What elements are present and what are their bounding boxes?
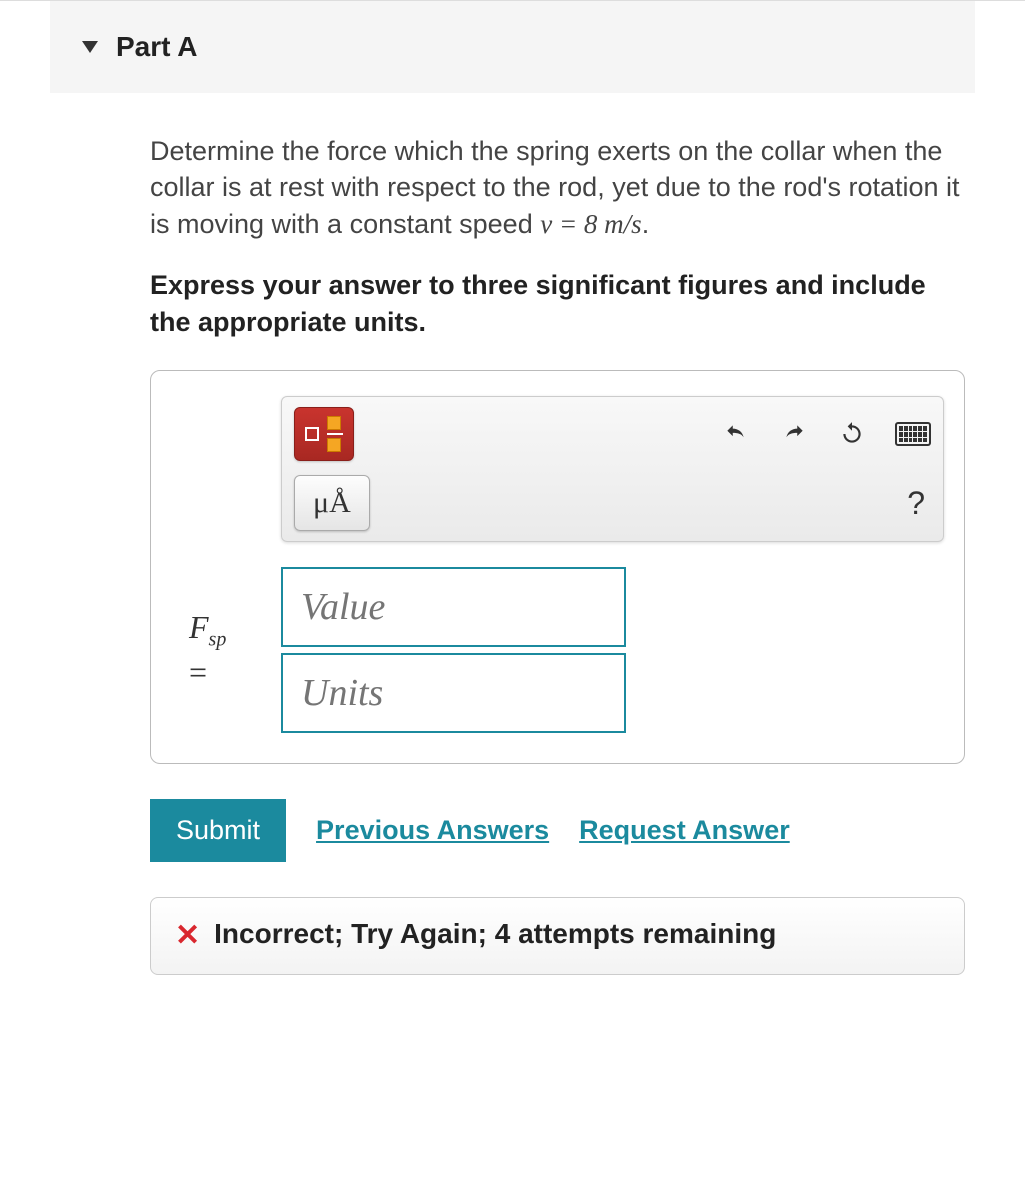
feedback-message: Incorrect; Try Again; 4 attempts remaini…: [214, 918, 776, 950]
instruction-text: Express your answer to three significant…: [150, 267, 965, 340]
units-input[interactable]: [281, 653, 626, 733]
value-input[interactable]: [281, 567, 626, 647]
submit-button[interactable]: Submit: [150, 799, 286, 862]
redo-icon[interactable]: [779, 421, 809, 447]
actions-row: Submit Previous Answers Request Answer: [150, 799, 965, 862]
chevron-down-icon: [82, 41, 98, 53]
part-title: Part A: [116, 31, 197, 63]
toolbar: μÅ ?: [281, 396, 944, 542]
equation: v = 8 m/s: [540, 209, 641, 239]
reset-icon[interactable]: [837, 421, 867, 447]
variable-subscript: sp: [209, 628, 227, 650]
answer-box: μÅ ? Fsp =: [150, 370, 965, 764]
variable-letter: F: [189, 609, 209, 645]
undo-icon[interactable]: [721, 421, 751, 447]
units-symbol-button[interactable]: μÅ: [294, 475, 370, 531]
feedback-box: ✕ Incorrect; Try Again; 4 attempts remai…: [150, 897, 965, 975]
question-text: Determine the force which the spring exe…: [150, 133, 965, 242]
request-answer-link[interactable]: Request Answer: [579, 815, 790, 846]
incorrect-icon: ✕: [175, 918, 200, 954]
previous-answers-link[interactable]: Previous Answers: [316, 815, 549, 846]
fraction-icon: [305, 416, 343, 452]
part-header[interactable]: Part A: [50, 1, 975, 93]
question-period: .: [642, 209, 650, 239]
keyboard-icon[interactable]: [895, 422, 931, 446]
mu-angstrom-label: μÅ: [305, 484, 359, 522]
variable-label: Fsp =: [171, 607, 281, 694]
equals-sign: =: [189, 654, 207, 690]
help-button[interactable]: ?: [901, 485, 931, 522]
fraction-template-button[interactable]: [294, 407, 354, 461]
